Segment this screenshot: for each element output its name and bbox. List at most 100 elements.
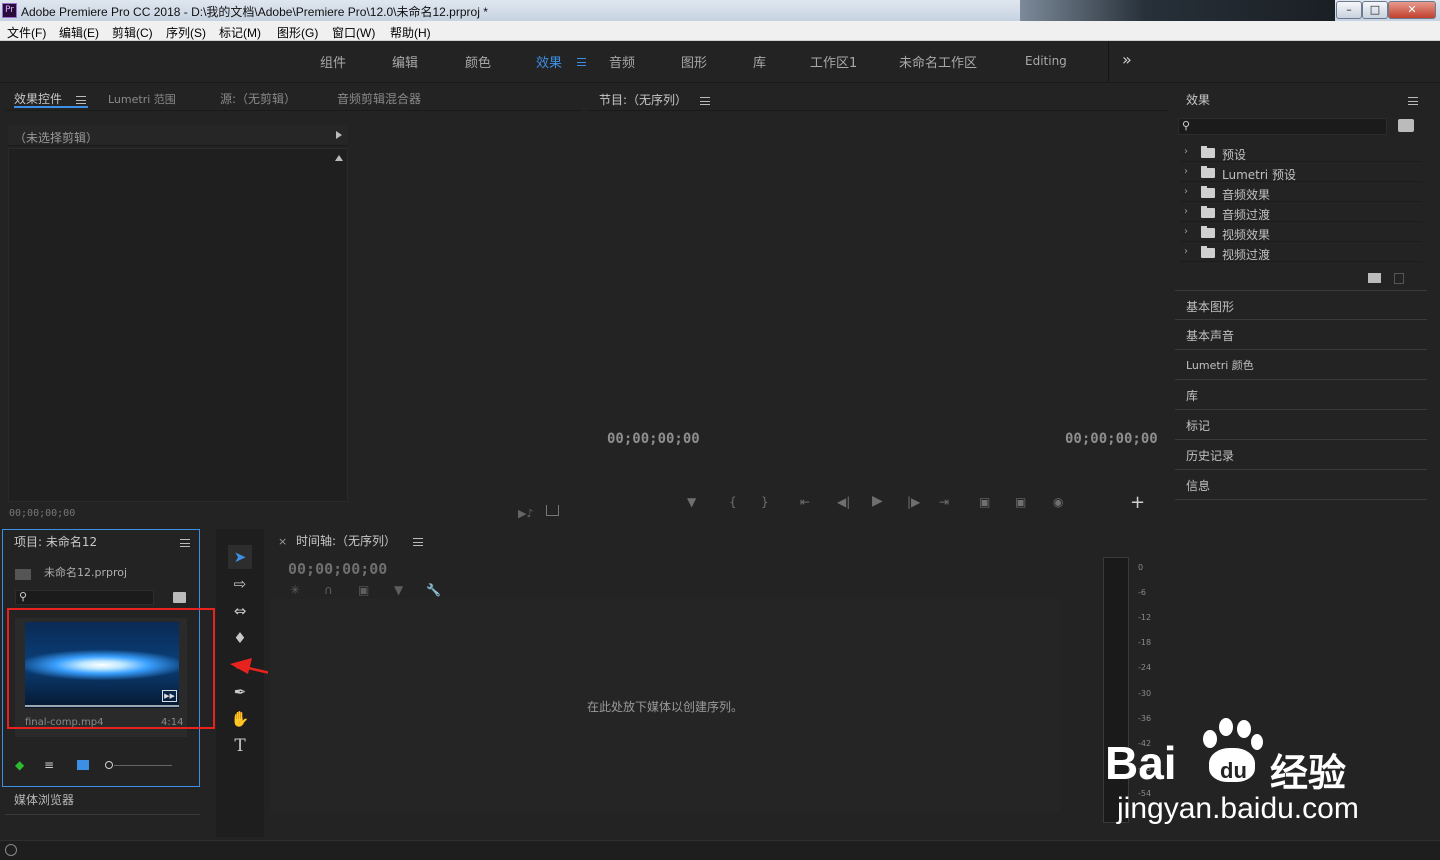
icon-view-icon[interactable] bbox=[77, 760, 89, 770]
panel-essential-sound[interactable]: 基本声音 bbox=[1175, 320, 1427, 350]
effects-item-presets[interactable]: › 预设 bbox=[1180, 143, 1422, 162]
zoom-slider-track[interactable] bbox=[114, 765, 172, 766]
export-frame-icon[interactable]: ◉ bbox=[1053, 495, 1063, 509]
menu-window[interactable]: 窗口(W) bbox=[332, 24, 375, 41]
hand-tool-icon[interactable]: ✋ bbox=[228, 707, 252, 731]
close-tab-icon[interactable]: × bbox=[278, 535, 287, 548]
workspace-editing[interactable]: Editing bbox=[1025, 54, 1067, 68]
lock-icon[interactable]: ◆ bbox=[15, 758, 24, 772]
new-custom-bin-icon[interactable] bbox=[1368, 273, 1381, 283]
tab-source[interactable]: 源:（无剪辑） bbox=[220, 90, 296, 107]
effects-item-label: Lumetri 预设 bbox=[1222, 168, 1296, 182]
tab-effect-controls[interactable]: 效果控件 bbox=[14, 90, 62, 107]
media-browser-tab[interactable]: 媒体浏览器 bbox=[14, 791, 74, 808]
nest-icon[interactable]: ✳ bbox=[290, 583, 300, 597]
menu-graphics[interactable]: 图形(G) bbox=[277, 24, 318, 41]
menu-clip[interactable]: 剪辑(C) bbox=[112, 24, 153, 41]
active-tab-underline bbox=[14, 106, 88, 108]
go-to-out-icon[interactable]: ⇥ bbox=[939, 495, 949, 509]
maximize-icon[interactable]: □ bbox=[1362, 1, 1388, 19]
timeline-drop-area[interactable]: 在此处放下媒体以创建序列。 bbox=[270, 599, 1060, 812]
project-search-input[interactable]: ⚲ bbox=[15, 590, 154, 605]
add-marker-icon[interactable]: ▼ bbox=[394, 583, 403, 597]
panel-menu-icon[interactable] bbox=[180, 539, 190, 547]
panel-info[interactable]: 信息 bbox=[1175, 470, 1427, 500]
source-timecode: 00;00;00;00 bbox=[9, 508, 76, 519]
new-bin-icon[interactable] bbox=[1398, 119, 1414, 132]
window-title-bar: Pr Adobe Premiere Pro CC 2018 - D:\我的文档\… bbox=[0, 0, 1440, 21]
window-title: Adobe Premiere Pro CC 2018 - D:\我的文档\Ado… bbox=[21, 5, 488, 19]
panel-markers[interactable]: 标记 bbox=[1175, 410, 1427, 440]
button-editor-add-icon[interactable]: + bbox=[1130, 492, 1145, 513]
menu-help[interactable]: 帮助(H) bbox=[390, 24, 431, 41]
extract-icon[interactable]: ▣ bbox=[1015, 495, 1026, 509]
effects-item-video-effects[interactable]: › 视频效果 bbox=[1180, 223, 1422, 242]
new-bin-icon[interactable] bbox=[173, 592, 186, 603]
panel-libraries[interactable]: 库 bbox=[1175, 380, 1427, 410]
effects-item-audio-transitions[interactable]: › 音频过渡 bbox=[1180, 203, 1422, 222]
workspace-graphics[interactable]: 图形 bbox=[681, 52, 707, 71]
step-forward-icon[interactable]: |▶ bbox=[907, 495, 920, 509]
workspace-overflow-icon[interactable]: » bbox=[1122, 50, 1132, 69]
tab-audio-clip-mixer[interactable]: 音频剪辑混合器 bbox=[337, 90, 421, 107]
panel-essential-graphics[interactable]: 基本图形 bbox=[1175, 290, 1427, 320]
workspace-1[interactable]: 工作区1 bbox=[810, 52, 857, 71]
snap-icon[interactable]: ∩ bbox=[324, 583, 333, 597]
type-tool-icon[interactable]: T bbox=[228, 734, 252, 758]
panel-separator bbox=[5, 814, 200, 815]
workspace-libraries[interactable]: 库 bbox=[753, 52, 766, 71]
audio-only-icon[interactable]: ▶♪ bbox=[518, 507, 533, 520]
panel-menu-icon[interactable] bbox=[76, 96, 86, 104]
panel-label: Lumetri 颜色 bbox=[1186, 359, 1254, 372]
menu-file[interactable]: 文件(F) bbox=[7, 24, 46, 41]
workspace-effects[interactable]: 效果 bbox=[536, 52, 562, 71]
delete-icon[interactable] bbox=[1394, 273, 1404, 284]
panel-lumetri-color[interactable]: Lumetri 颜色 bbox=[1175, 350, 1427, 380]
expand-right-icon[interactable] bbox=[336, 131, 342, 139]
timeline-timecode[interactable]: 00;00;00;00 bbox=[288, 560, 387, 578]
effects-search-input[interactable]: ⚲ bbox=[1178, 118, 1387, 135]
scroll-up-icon[interactable] bbox=[335, 155, 343, 161]
effects-item-audio-effects[interactable]: › 音频效果 bbox=[1180, 183, 1422, 202]
minimize-icon[interactable]: – bbox=[1336, 1, 1362, 19]
timeline-panel: × 时间轴:（无序列） 00;00;00;00 ✳ ∩ ▣ ▼ 🔧 在此处放下媒… bbox=[268, 529, 1084, 837]
workspace-audio[interactable]: 音频 bbox=[609, 52, 635, 71]
project-panel: 项目: 未命名12 未命名12.prproj ⚲ ▶▶ final-comp.m… bbox=[2, 529, 215, 787]
panel-menu-icon[interactable] bbox=[413, 538, 423, 546]
menu-edit[interactable]: 编辑(E) bbox=[59, 24, 99, 41]
lift-icon[interactable]: ▣ bbox=[979, 495, 990, 509]
razor-tool-icon[interactable]: ♦ bbox=[228, 626, 252, 650]
mark-in-icon[interactable]: { bbox=[729, 495, 737, 509]
status-icon[interactable] bbox=[5, 844, 17, 856]
zoom-slider-handle[interactable] bbox=[105, 761, 113, 769]
workspace-color[interactable]: 颜色 bbox=[465, 52, 491, 71]
watermark-url: jingyan.baidu.com bbox=[1117, 792, 1359, 825]
menu-marker[interactable]: 标记(M) bbox=[219, 24, 261, 41]
effects-item-video-transitions[interactable]: › 视频过渡 bbox=[1180, 243, 1422, 262]
menu-sequence[interactable]: 序列(S) bbox=[166, 24, 206, 41]
panel-menu-icon[interactable] bbox=[1408, 97, 1418, 105]
program-timecode-current[interactable]: 00;00;00;00 bbox=[607, 431, 700, 447]
linked-selection-icon[interactable]: ▣ bbox=[358, 583, 369, 597]
panel-menu-icon[interactable] bbox=[700, 97, 710, 105]
add-marker-icon[interactable]: ▼ bbox=[687, 495, 696, 509]
wrench-icon[interactable]: 🔧 bbox=[426, 583, 441, 597]
close-icon[interactable]: ✕ bbox=[1388, 1, 1436, 19]
go-to-in-icon[interactable]: ⇤ bbox=[800, 495, 810, 509]
workspace-untitled[interactable]: 未命名工作区 bbox=[899, 52, 977, 71]
track-select-tool-icon[interactable]: ⇨ bbox=[228, 572, 252, 596]
selection-tool-icon[interactable]: ➤ bbox=[228, 545, 252, 569]
watermark-suffix: 经验 bbox=[1270, 751, 1347, 795]
workspace-menu-icon[interactable] bbox=[577, 58, 586, 66]
play-icon[interactable]: ▶ bbox=[872, 493, 883, 509]
panel-history[interactable]: 历史记录 bbox=[1175, 440, 1427, 470]
workspace-assembly[interactable]: 组件 bbox=[320, 52, 346, 71]
ripple-edit-tool-icon[interactable]: ⇔ bbox=[228, 599, 252, 623]
step-back-icon[interactable]: ◀| bbox=[837, 495, 850, 509]
list-view-icon[interactable]: ≡ bbox=[44, 758, 54, 772]
tab-lumetri-scopes[interactable]: Lumetri 范围 bbox=[108, 91, 176, 107]
mark-out-icon[interactable]: } bbox=[761, 495, 769, 509]
export-frame-icon[interactable] bbox=[546, 505, 559, 516]
workspace-editing-cn[interactable]: 编辑 bbox=[392, 52, 418, 71]
effects-item-lumetri-presets[interactable]: › Lumetri 预设 bbox=[1180, 163, 1422, 182]
